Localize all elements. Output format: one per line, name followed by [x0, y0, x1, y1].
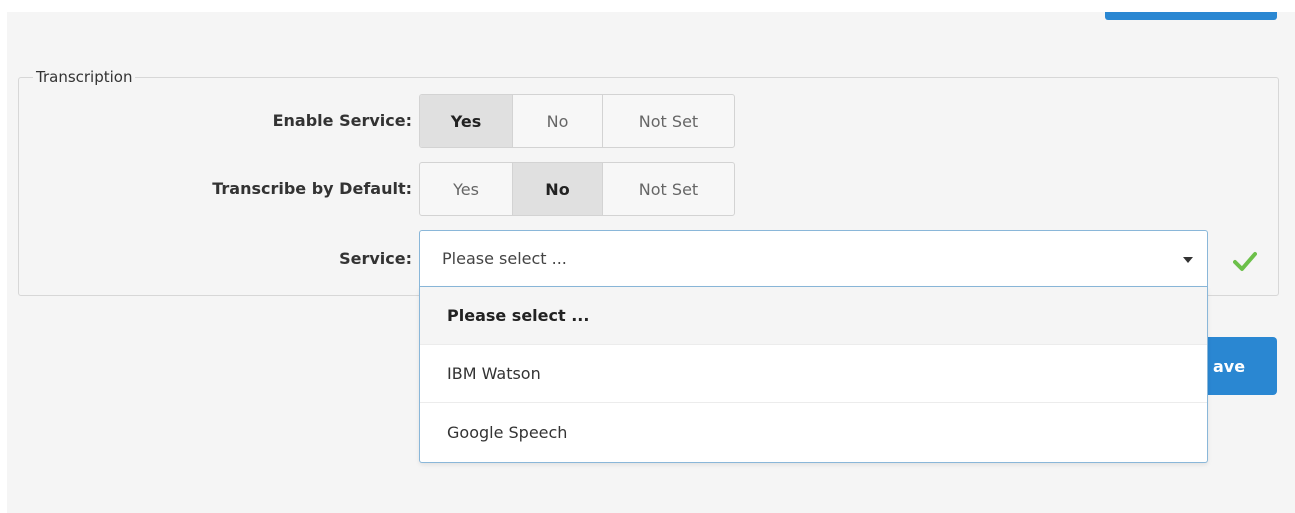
caret-down-icon	[1183, 257, 1193, 263]
enable-service-toggle: Yes No Not Set	[419, 94, 735, 148]
save-button-label: ave	[1213, 356, 1246, 376]
service-label: Service:	[339, 249, 412, 268]
transcribe-default-label: Transcribe by Default:	[212, 179, 412, 198]
dropdown-option-ibm-watson[interactable]: IBM Watson	[420, 345, 1207, 403]
transcribe-default-yes[interactable]: Yes	[420, 163, 513, 215]
service-select-value: Please select ...	[442, 249, 567, 268]
top-action-button[interactable]	[1105, 12, 1277, 20]
enable-service-yes[interactable]: Yes	[420, 95, 513, 147]
dropdown-option-please-select[interactable]: Please select ...	[420, 287, 1207, 345]
checkmark-icon	[1233, 252, 1257, 271]
transcribe-default-no[interactable]: No	[513, 163, 603, 215]
enable-service-not-set[interactable]: Not Set	[603, 95, 734, 147]
transcribe-default-not-set[interactable]: Not Set	[603, 163, 734, 215]
transcribe-default-toggle: Yes No Not Set	[419, 162, 735, 216]
enable-service-no[interactable]: No	[513, 95, 603, 147]
dropdown-option-google-speech[interactable]: Google Speech	[420, 403, 1207, 461]
enable-service-label: Enable Service:	[272, 111, 412, 130]
service-dropdown-list: Please select ... IBM Watson Google Spee…	[419, 287, 1208, 463]
service-select[interactable]: Please select ...	[419, 230, 1208, 287]
fieldset-legend: Transcription	[33, 68, 136, 86]
